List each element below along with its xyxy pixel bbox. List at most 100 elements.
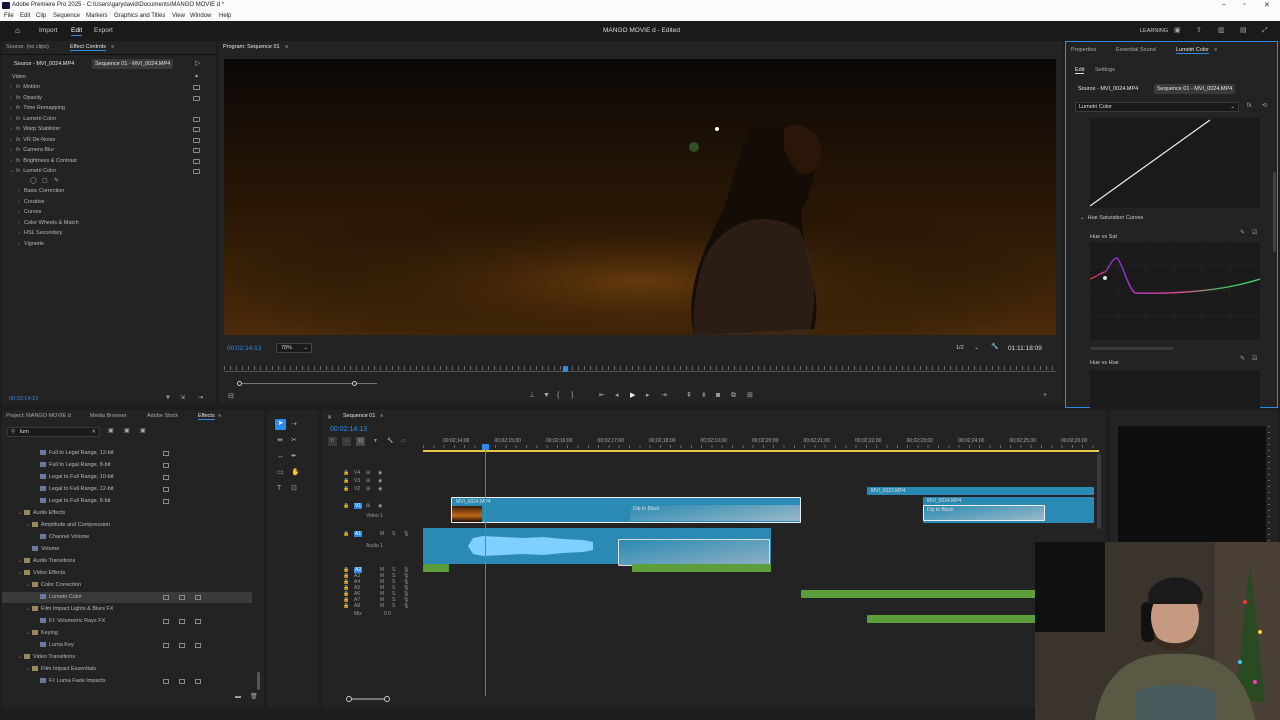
work-area-bar[interactable] bbox=[423, 450, 1099, 452]
lumetri-vignette[interactable]: › Vignette bbox=[18, 241, 200, 247]
audio-clip-a2-small[interactable] bbox=[423, 564, 449, 572]
yuv-icon[interactable]: ▣ bbox=[140, 428, 146, 435]
maximize-icon[interactable]: ▫ bbox=[1243, 1, 1245, 8]
linked-icon[interactable]: ⛓ bbox=[356, 437, 365, 446]
effects-item[interactable]: Full to Legal Range, 12-bit bbox=[2, 448, 252, 459]
selection-tool-icon[interactable]: ➤ bbox=[275, 419, 286, 430]
track-select-icon[interactable]: ⇢ bbox=[291, 421, 297, 428]
tab-source[interactable]: Source: (no clips) bbox=[6, 44, 49, 50]
program-menu-icon[interactable]: ≡ bbox=[285, 44, 288, 50]
eyedropper-icon[interactable]: ✎ bbox=[1240, 230, 1245, 237]
sync-lock-icon[interactable]: ⊞ bbox=[366, 486, 370, 492]
menu-view[interactable]: View bbox=[172, 13, 185, 19]
home-icon[interactable]: ⌂ bbox=[15, 27, 20, 35]
menu-clip[interactable]: Clip bbox=[36, 13, 46, 19]
time-ruler[interactable]: 00;02;14;00 00;02;15;00 00;02;16;00 00;02;1… bbox=[423, 436, 1099, 448]
effects-menu-icon[interactable]: ≡ bbox=[218, 413, 221, 419]
zoom-handle-left[interactable] bbox=[237, 381, 242, 386]
lumetri-hsl-secondary[interactable]: › HSL Secondary bbox=[18, 230, 200, 236]
transition-dip-to-black-1[interactable]: Dip to Black bbox=[630, 505, 800, 521]
go-to-in-icon[interactable]: ⇤ bbox=[599, 392, 605, 399]
effect-brightness-contrast[interactable]: › fx Brightness & Contrast bbox=[10, 158, 200, 168]
effects-item[interactable]: ⌄ Audio Transitions bbox=[2, 556, 252, 567]
ripple-edit-icon[interactable]: ⇹ bbox=[277, 437, 283, 444]
tab-properties[interactable]: Properties bbox=[1071, 47, 1096, 53]
wrench-icon[interactable]: 🔧 bbox=[991, 344, 998, 351]
effect-camera-blur[interactable]: › fx Camera Blur bbox=[10, 147, 200, 157]
mic-icon[interactable]: 🎙 bbox=[403, 531, 409, 537]
effects-item[interactable]: Full to Legal Range, 8-bit bbox=[2, 460, 252, 471]
effects-item[interactable]: ⌄ Video Transitions bbox=[2, 652, 252, 663]
solo-button[interactable]: S bbox=[392, 603, 395, 609]
panel-menu-icon[interactable]: ≡ bbox=[111, 44, 114, 50]
go-to-out-icon[interactable]: ⇥ bbox=[661, 392, 667, 399]
effect-lumetri-color-1[interactable]: › fx Lumetri Color bbox=[10, 116, 200, 126]
settings-tl-icon[interactable]: 🔧 bbox=[387, 438, 393, 444]
share-icon[interactable]: ⇪ bbox=[1196, 27, 1202, 34]
timeline-zoom-left[interactable] bbox=[346, 696, 352, 702]
resolution-select[interactable]: 1/2 ⌄ bbox=[956, 343, 982, 353]
effects-search-input[interactable]: ⚲ lum ✕ bbox=[7, 427, 100, 437]
clip-v2-mvi0023[interactable]: MVI_0023.MP4 bbox=[867, 487, 1094, 495]
enable-checkbox-icon-2[interactable]: ☑ bbox=[1252, 356, 1257, 363]
loop-icon[interactable]: ⇥ bbox=[198, 395, 203, 402]
slip-tool-icon[interactable]: ↔ bbox=[277, 453, 284, 460]
add-marker-tl-icon[interactable]: ▼ bbox=[373, 438, 378, 444]
eye-icon[interactable]: ◉ bbox=[378, 486, 382, 492]
mute-button[interactable]: M bbox=[380, 603, 384, 609]
tab-lumetri-color[interactable]: Lumetri Color bbox=[1176, 47, 1210, 54]
track-name[interactable]: V4 bbox=[354, 470, 360, 476]
step-back-icon[interactable]: ◂ bbox=[615, 392, 619, 399]
lock-icon[interactable]: 🔒 bbox=[343, 486, 349, 492]
zoom-select[interactable]: 78% ⌄ bbox=[276, 343, 312, 353]
timeline-playhead[interactable] bbox=[485, 444, 486, 696]
timeline-zoom-bar[interactable] bbox=[350, 698, 388, 700]
effect-motion[interactable]: › fx Motion bbox=[10, 84, 200, 94]
export-tab[interactable]: Export bbox=[94, 27, 113, 34]
effects-item[interactable]: Luma Key bbox=[2, 640, 252, 651]
learning-workspace[interactable]: LEARNING bbox=[1140, 28, 1168, 34]
accelerated-icon[interactable]: ▣ bbox=[108, 428, 114, 435]
menu-window[interactable]: Window bbox=[190, 13, 211, 19]
rect-mask-icon[interactable]: ▢ bbox=[42, 178, 48, 185]
hue-vs-hue-graph[interactable] bbox=[1090, 370, 1260, 408]
effects-item[interactable]: ⌄ Audio Effects bbox=[2, 508, 252, 519]
timeline-zoom-right[interactable] bbox=[384, 696, 390, 702]
menu-edit[interactable]: Edit bbox=[20, 13, 30, 19]
vr-icon[interactable]: ⊞ bbox=[747, 392, 753, 399]
timeline-playhead-handle[interactable] bbox=[482, 444, 489, 450]
comparison-icon[interactable]: ⧉ bbox=[731, 392, 736, 399]
tab-media-browser[interactable]: Media Browser bbox=[90, 413, 127, 419]
new-bin-icon[interactable]: ▬ bbox=[235, 694, 241, 701]
pen-mask-icon[interactable]: ✎ bbox=[54, 178, 59, 185]
ec-timecode[interactable]: 00:02:14:13 bbox=[9, 396, 38, 402]
pen-tool-icon[interactable]: ✒ bbox=[291, 453, 297, 460]
fx-toggle-icon[interactable]: fx bbox=[1247, 103, 1252, 110]
snap-icon[interactable]: ∩ bbox=[342, 437, 351, 446]
eyedropper-icon-2[interactable]: ✎ bbox=[1240, 356, 1245, 363]
mark-out-icon[interactable]: } bbox=[571, 392, 573, 399]
sync-lock-icon[interactable]: ⊞ bbox=[366, 470, 370, 476]
sync-lock-icon[interactable]: ⊞ bbox=[366, 478, 370, 484]
menu-graphics[interactable]: Graphics and Titles bbox=[114, 13, 165, 19]
effects-item[interactable]: ⌄ Video Effects bbox=[2, 568, 252, 579]
effects-item[interactable]: Legal to Full Range, 10-bit bbox=[2, 472, 252, 483]
edit-tab[interactable]: Edit bbox=[71, 27, 83, 36]
timeline-tab[interactable]: Sequence 01 bbox=[343, 413, 375, 419]
hue-scroll-bar[interactable] bbox=[1090, 347, 1174, 350]
eye-icon[interactable]: ◉ bbox=[378, 478, 382, 484]
effects-item[interactable]: ⌄ Film Impact Lights & Blurs FX bbox=[2, 604, 252, 615]
effects-item[interactable]: FI: Luma Fade Impacts bbox=[2, 676, 252, 687]
track-name[interactable]: V3 bbox=[354, 478, 360, 484]
playhead-marker[interactable] bbox=[563, 366, 568, 372]
effects-item[interactable]: Lumetri Color bbox=[2, 592, 252, 603]
lift-icon[interactable]: ⇞ bbox=[686, 392, 692, 399]
lock-icon[interactable]: 🔒 bbox=[343, 503, 349, 509]
settings-icon[interactable]: ⊟ bbox=[228, 393, 234, 400]
close-icon[interactable]: ✕ bbox=[1264, 1, 1270, 9]
timeline-timecode[interactable]: 00:02:14:13 bbox=[330, 426, 367, 433]
effect-lumetri-color-2[interactable]: ⌄fx Lumetri Color bbox=[10, 168, 200, 178]
clear-search-icon[interactable]: ✕ bbox=[91, 428, 96, 436]
lumetri-creative[interactable]: › Creative bbox=[18, 199, 200, 205]
tab-adobe-stock[interactable]: Adobe Stock bbox=[147, 413, 178, 419]
